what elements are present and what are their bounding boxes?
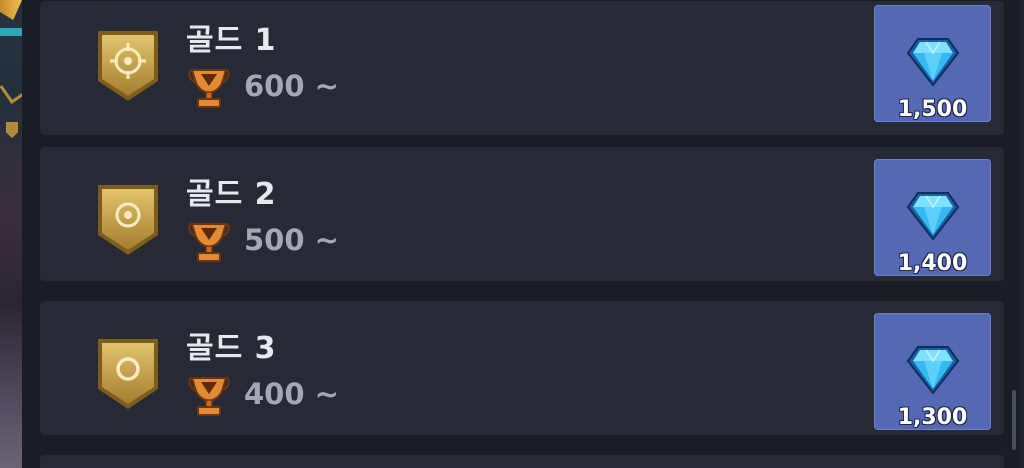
trophy-icon [188, 68, 230, 108]
tier-reward-list[interactable]: 골드 1 600 ~ 1,500 골드 2 500 ~ 1,400 골드 3 4… [22, 0, 1020, 468]
tier-row: 골드 1 600 ~ 1,500 [40, 1, 1004, 135]
tier-name: 골드 2 [186, 177, 277, 212]
tier-name: 골드 1 [186, 23, 277, 58]
trophy-requirement: 400 ~ [244, 377, 339, 411]
reward-button[interactable]: 1,500 [874, 5, 991, 122]
background-decoration [0, 28, 22, 36]
reward-amount: 1,500 [897, 97, 968, 122]
scrollbar-thumb[interactable] [1012, 390, 1016, 450]
trophy-requirement: 500 ~ [244, 223, 339, 257]
shield-icon [6, 122, 18, 138]
game-background-edge [0, 0, 26, 468]
trophy-icon [188, 222, 230, 262]
reward-amount: 1,300 [897, 405, 968, 430]
gold-shield-crosshair-icon [98, 31, 158, 101]
trophy-icon [188, 376, 230, 416]
diamond-gem-icon [906, 38, 960, 87]
tier-name: 골드 3 [186, 331, 277, 366]
background-decoration [0, 0, 22, 20]
gold-shield-ring-icon [98, 339, 158, 409]
league-reward-screen: 골드 1 600 ~ 1,500 골드 2 500 ~ 1,400 골드 3 4… [0, 0, 1024, 468]
tier-row: 골드 3 400 ~ 1,300 [40, 301, 1004, 435]
trophy-requirement: 600 ~ [244, 69, 339, 103]
gold-shield-dot-ring-icon [98, 185, 158, 255]
reward-button[interactable]: 1,400 [874, 159, 991, 276]
reward-button[interactable]: 1,300 [874, 313, 991, 430]
tier-row: 골드 2 500 ~ 1,400 [40, 147, 1004, 281]
diamond-gem-icon [906, 192, 960, 241]
reward-amount: 1,400 [897, 251, 968, 276]
tier-row [40, 455, 1004, 468]
diamond-gem-icon [906, 346, 960, 395]
